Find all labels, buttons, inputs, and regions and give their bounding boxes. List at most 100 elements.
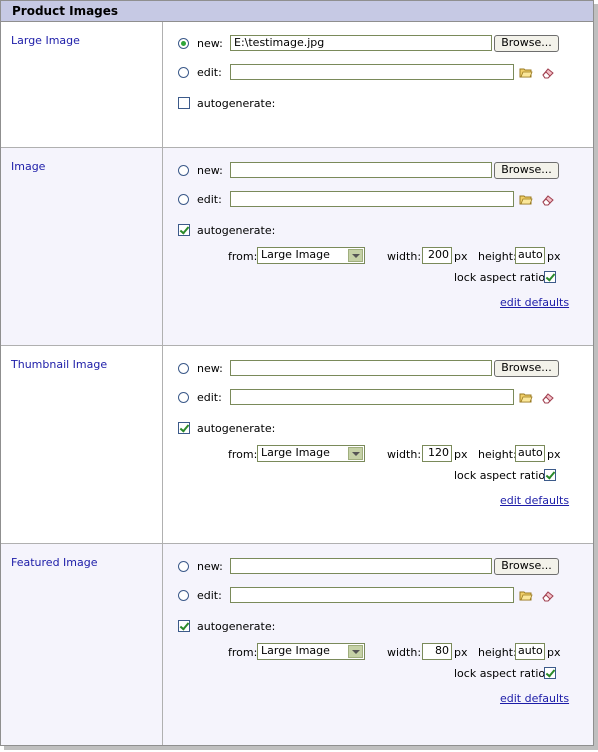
from-select[interactable]: Large Image xyxy=(257,643,365,660)
autogenerate-checkbox[interactable] xyxy=(178,620,190,632)
lock-aspect-checkbox[interactable] xyxy=(544,667,556,679)
from-select[interactable]: Large Image xyxy=(257,247,365,264)
lock-aspect-checkbox[interactable] xyxy=(544,271,556,283)
section-label: Image xyxy=(11,160,46,173)
new-label: new: xyxy=(197,164,223,177)
edit-label: edit: xyxy=(197,193,222,206)
edit-file-input[interactable] xyxy=(230,64,514,80)
column-divider xyxy=(162,148,163,345)
new-file-input[interactable] xyxy=(230,558,492,574)
browse-button[interactable]: Browse... xyxy=(494,558,559,575)
column-divider xyxy=(162,544,163,745)
product-images-panel: Product Images Large Image new: E:\testi… xyxy=(0,0,594,746)
window-shadow-bottom xyxy=(4,746,598,750)
autogenerate-checkbox[interactable] xyxy=(178,224,190,236)
browse-button[interactable]: Browse... xyxy=(494,360,559,377)
height-label: height: xyxy=(478,646,517,659)
new-radio[interactable] xyxy=(178,38,189,49)
edit-radio[interactable] xyxy=(178,590,189,601)
new-label: new: xyxy=(197,560,223,573)
edit-label: edit: xyxy=(197,66,222,79)
section-thumbnail-image: Thumbnail Image new: Browse... edit: aut… xyxy=(1,346,593,544)
chevron-down-icon[interactable] xyxy=(348,645,363,658)
height-input[interactable]: auto xyxy=(515,247,545,264)
edit-radio[interactable] xyxy=(178,194,189,205)
width-label: width: xyxy=(387,646,422,659)
folder-icon[interactable] xyxy=(519,588,533,602)
column-divider xyxy=(162,22,163,147)
edit-label: edit: xyxy=(197,391,222,404)
chevron-down-icon[interactable] xyxy=(348,249,363,262)
section-image: Image new: Browse... edit: autogenerate:… xyxy=(1,148,593,346)
width-unit: px xyxy=(454,250,468,263)
edit-defaults-link[interactable]: edit defaults xyxy=(500,692,569,705)
eraser-icon[interactable] xyxy=(541,589,555,603)
autogenerate-checkbox[interactable] xyxy=(178,422,190,434)
from-select-value: Large Image xyxy=(261,446,330,459)
from-label: from: xyxy=(228,646,258,659)
from-label: from: xyxy=(228,250,258,263)
panel-title: Product Images xyxy=(12,4,119,18)
height-unit: px xyxy=(547,250,561,263)
height-unit: px xyxy=(547,448,561,461)
autogenerate-label: autogenerate: xyxy=(197,620,276,633)
height-input[interactable]: auto xyxy=(515,643,545,660)
folder-icon[interactable] xyxy=(519,192,533,206)
new-radio[interactable] xyxy=(178,561,189,572)
from-select[interactable]: Large Image xyxy=(257,445,365,462)
width-unit: px xyxy=(454,448,468,461)
edit-file-input[interactable] xyxy=(230,587,514,603)
lock-aspect-label: lock aspect ratio: xyxy=(454,271,549,284)
window-shadow-right xyxy=(594,4,598,750)
new-file-input[interactable]: E:\testimage.jpg xyxy=(230,35,492,51)
from-label: from: xyxy=(228,448,258,461)
height-label: height: xyxy=(478,250,517,263)
eraser-icon[interactable] xyxy=(541,66,555,80)
new-radio[interactable] xyxy=(178,165,189,176)
section-label: Featured Image xyxy=(11,556,98,569)
autogenerate-label: autogenerate: xyxy=(197,422,276,435)
eraser-icon[interactable] xyxy=(541,391,555,405)
edit-defaults-link[interactable]: edit defaults xyxy=(500,296,569,309)
autogenerate-label: autogenerate: xyxy=(197,97,276,110)
autogenerate-label: autogenerate: xyxy=(197,224,276,237)
lock-aspect-checkbox[interactable] xyxy=(544,469,556,481)
height-unit: px xyxy=(547,646,561,659)
edit-radio[interactable] xyxy=(178,67,189,78)
section-label: Thumbnail Image xyxy=(11,358,108,371)
width-input[interactable]: 200 xyxy=(422,247,452,264)
width-input[interactable]: 80 xyxy=(422,643,452,660)
eraser-icon[interactable] xyxy=(541,193,555,207)
lock-aspect-label: lock aspect ratio: xyxy=(454,667,549,680)
from-select-value: Large Image xyxy=(261,248,330,261)
section-featured-image: Featured Image new: Browse... edit: auto… xyxy=(1,544,593,745)
width-unit: px xyxy=(454,646,468,659)
chevron-down-icon[interactable] xyxy=(348,447,363,460)
from-select-value: Large Image xyxy=(261,644,330,657)
section-label: Large Image xyxy=(11,34,80,47)
new-file-input[interactable] xyxy=(230,162,492,178)
folder-icon[interactable] xyxy=(519,65,533,79)
edit-defaults-link[interactable]: edit defaults xyxy=(500,494,569,507)
new-label: new: xyxy=(197,37,223,50)
lock-aspect-label: lock aspect ratio: xyxy=(454,469,549,482)
edit-radio[interactable] xyxy=(178,392,189,403)
width-input[interactable]: 120 xyxy=(422,445,452,462)
autogenerate-checkbox[interactable] xyxy=(178,97,190,109)
section-large-image: Large Image new: E:\testimage.jpg Browse… xyxy=(1,22,593,148)
width-label: width: xyxy=(387,448,422,461)
new-label: new: xyxy=(197,362,223,375)
edit-file-input[interactable] xyxy=(230,191,514,207)
folder-icon[interactable] xyxy=(519,390,533,404)
width-label: width: xyxy=(387,250,422,263)
browse-button[interactable]: Browse... xyxy=(494,162,559,179)
new-radio[interactable] xyxy=(178,363,189,374)
column-divider xyxy=(162,346,163,543)
edit-file-input[interactable] xyxy=(230,389,514,405)
new-file-input[interactable] xyxy=(230,360,492,376)
browse-button[interactable]: Browse... xyxy=(494,35,559,52)
height-label: height: xyxy=(478,448,517,461)
height-input[interactable]: auto xyxy=(515,445,545,462)
panel-header: Product Images xyxy=(1,1,593,22)
edit-label: edit: xyxy=(197,589,222,602)
